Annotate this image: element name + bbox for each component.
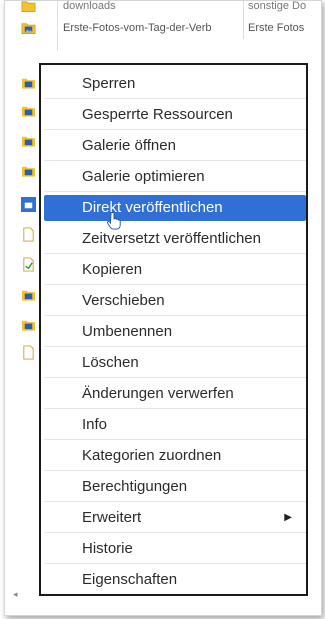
menu-item-label: Löschen	[82, 354, 139, 371]
menu-item-label: Galerie optimieren	[82, 168, 205, 185]
menu-item-zeitversetzt-veroeffentlichen[interactable]: Zeitversetzt veröffentlichen	[44, 223, 306, 254]
folder-icon	[21, 1, 36, 12]
menu-item-label: Galerie öffnen	[82, 137, 176, 154]
menu-item-eigenschaften[interactable]: Eigenschaften	[44, 564, 306, 595]
gallery-folder-icon	[21, 290, 36, 301]
menu-item-direkt-veroeffentlichen[interactable]: Direkt veröffentlichen	[44, 195, 306, 230]
menu-item-label: Kopieren	[82, 261, 143, 278]
file-explorer-window: downloads sonstige Do Erste-Fotos-vom-Ta…	[4, 0, 322, 616]
gallery-folder-icon	[21, 136, 36, 147]
triangle-right-icon: ▶	[284, 512, 292, 523]
menu-item-info[interactable]: Info	[44, 409, 306, 440]
gallery-folder-icon	[21, 197, 36, 212]
gallery-folder-icon	[21, 320, 36, 331]
menu-item-erweitert[interactable]: Erweitert ▶	[44, 502, 306, 533]
gallery-folder-icon	[21, 106, 36, 117]
menu-item-label: Direkt veröffentlichen	[82, 199, 223, 216]
file-type: sonstige Do	[243, 1, 321, 17]
gallery-folder-icon	[21, 23, 36, 34]
menu-item-label: Historie	[82, 540, 133, 557]
link-icon	[23, 257, 34, 272]
menu-item-label: Zeitversetzt veröffentlichen	[82, 230, 261, 247]
file-name: downloads	[63, 0, 116, 12]
menu-item-label: Umbenennen	[82, 323, 173, 340]
menu-item-gesperrte-ressourcen[interactable]: Gesperrte Ressourcen	[44, 99, 306, 130]
menu-item-label: Erweitert	[82, 509, 142, 526]
file-name: Erste-Fotos-vom-Tag-der-Verb	[63, 22, 212, 34]
menu-item-galerie-oeffnen[interactable]: Galerie öffnen	[44, 130, 306, 161]
menu-item-berechtigungen[interactable]: Berechtigungen	[44, 471, 306, 502]
menu-item-label: Kategorien zuordnen	[82, 447, 222, 464]
menu-item-sperren[interactable]: Sperren	[44, 68, 306, 99]
menu-item-loeschen[interactable]: Löschen	[44, 347, 306, 378]
menu-item-galerie-optimieren[interactable]: Galerie optimieren	[44, 161, 306, 192]
file-type: Erste Fotos	[243, 17, 321, 39]
menu-item-verschieben[interactable]: Verschieben	[44, 285, 306, 316]
menu-item-label: Sperren	[82, 75, 136, 92]
gallery-folder-icon	[21, 78, 36, 89]
menu-item-label: Gesperrte Ressourcen	[82, 106, 233, 123]
menu-item-kopieren[interactable]: Kopieren	[44, 254, 306, 285]
menu-item-label: Verschieben	[82, 292, 165, 309]
file-row[interactable]: downloads sonstige Do	[5, 0, 321, 17]
menu-item-label: Eigenschaften	[82, 571, 178, 588]
file-row[interactable]: Erste-Fotos-vom-Tag-der-Verb Erste Fotos	[5, 17, 321, 39]
context-menu: Sperren Gesperrte Ressourcen Galerie öff…	[39, 63, 308, 596]
menu-item-label: Berechtigungen	[82, 478, 188, 495]
file-icon	[23, 227, 34, 242]
menu-item-aenderungen-verwerfen[interactable]: Änderungen verwerfen	[44, 378, 306, 409]
menu-item-historie[interactable]: Historie	[44, 533, 306, 564]
scroll-left-icon[interactable]: ◂	[13, 589, 18, 600]
file-icon	[23, 345, 34, 360]
menu-item-label: Änderungen verwerfen	[82, 385, 234, 402]
menu-item-label: Info	[82, 416, 108, 433]
menu-item-kategorien-zuordnen[interactable]: Kategorien zuordnen	[44, 440, 306, 471]
menu-item-umbenennen[interactable]: Umbenennen	[44, 316, 306, 347]
gallery-folder-icon	[21, 166, 36, 177]
